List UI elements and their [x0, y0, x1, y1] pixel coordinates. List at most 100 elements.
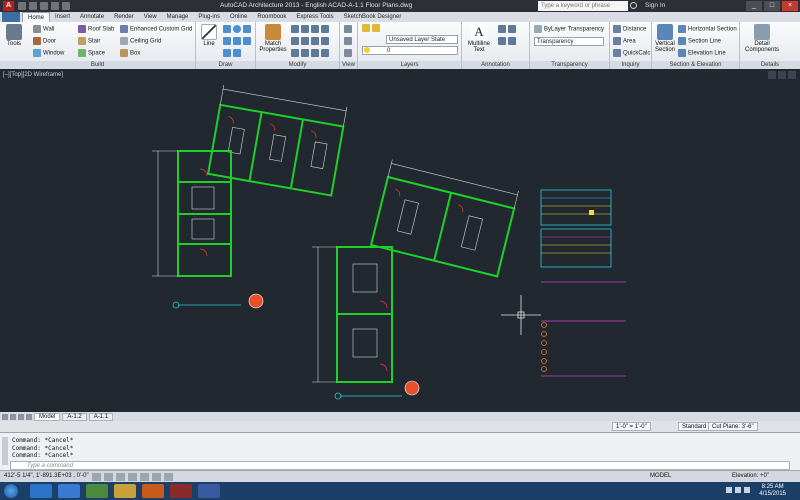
search-input[interactable]: Type a keyword or phrase [538, 1, 628, 11]
snap-mode-icon[interactable] [92, 473, 101, 481]
table-icon[interactable] [498, 37, 506, 45]
array-icon[interactable] [311, 49, 319, 57]
wall-button[interactable]: Wall [33, 25, 54, 33]
current-layer-dropdown[interactable]: 0 [362, 46, 458, 55]
tab-render[interactable]: Render [109, 12, 139, 22]
detail-components-button[interactable]: Detail Components [744, 24, 780, 53]
tab-roombook[interactable]: Roombook [252, 12, 291, 22]
view-manager-icon[interactable] [344, 25, 352, 33]
application-menu-button[interactable] [2, 12, 20, 22]
copy-icon[interactable] [291, 37, 299, 45]
autocad-logo-icon[interactable]: A [3, 1, 14, 11]
scale-icon[interactable] [301, 49, 309, 57]
tab-nav-prev-icon[interactable] [10, 413, 16, 420]
tab-nav-next-icon[interactable] [18, 413, 24, 420]
spline-icon[interactable] [233, 49, 241, 57]
cut-plane-button[interactable]: Cut Plane: 3'-6" [708, 422, 758, 431]
redo-icon[interactable] [62, 2, 70, 10]
tools-button[interactable]: Tools [3, 24, 25, 47]
display-configuration-dropdown[interactable]: Standard [678, 422, 711, 431]
circle-icon[interactable] [233, 25, 241, 33]
enhanced-custom-grid-button[interactable]: Enhanced Custom Grid [120, 25, 192, 33]
multiline-text-button[interactable]: A Multiline Text [465, 24, 493, 53]
rotate-icon[interactable] [301, 25, 309, 33]
tab-express-tools[interactable]: Express Tools [291, 12, 338, 22]
command-line-grip[interactable] [2, 437, 8, 465]
tab-view[interactable]: View [139, 12, 162, 22]
ellipse-icon[interactable] [243, 37, 251, 45]
save-icon[interactable] [40, 2, 48, 10]
taskbar-autocad-icon[interactable] [170, 484, 192, 498]
taskbar-outlook-icon[interactable] [142, 484, 164, 498]
search-icon[interactable] [630, 2, 637, 9]
box-button[interactable]: Box [120, 49, 140, 57]
taskbar-folder-icon[interactable] [114, 484, 136, 498]
close-button[interactable]: × [782, 1, 798, 11]
polar-mode-icon[interactable] [128, 473, 137, 481]
stretch-icon[interactable] [291, 49, 299, 57]
pan-icon[interactable] [344, 49, 352, 57]
tab-insert[interactable]: Insert [50, 12, 75, 22]
tab-nav-first-icon[interactable] [2, 413, 8, 420]
transparency-field[interactable]: Transparency [534, 37, 604, 46]
rectangle-icon[interactable] [223, 37, 231, 45]
tab-model[interactable]: Model [34, 412, 61, 421]
fillet-icon[interactable] [311, 37, 319, 45]
roof-slab-button[interactable]: Roof Slab [78, 25, 114, 33]
trim-icon[interactable] [311, 25, 319, 33]
explode-icon[interactable] [321, 37, 329, 45]
match-properties-button[interactable]: Match Properties [259, 24, 287, 53]
sign-in-button[interactable]: Sign In [645, 2, 665, 9]
new-icon[interactable] [18, 2, 26, 10]
section-line-button[interactable]: Section Line [678, 37, 721, 45]
polyline-icon[interactable] [223, 25, 231, 33]
vertical-section-button[interactable]: Vertical Section [654, 24, 676, 53]
tag-icon[interactable] [508, 37, 516, 45]
command-input[interactable]: Type a command [10, 461, 790, 470]
tab-manage[interactable]: Manage [162, 12, 194, 22]
start-button[interactable] [4, 484, 18, 498]
ortho-mode-icon[interactable] [116, 473, 125, 481]
volume-icon[interactable] [744, 487, 750, 493]
ceiling-grid-button[interactable]: Ceiling Grid [120, 37, 161, 45]
tab-layout-a-1-2[interactable]: A-1.2 [62, 412, 87, 421]
zoom-icon[interactable] [344, 37, 352, 45]
hatch-icon[interactable] [233, 37, 241, 45]
window-button[interactable]: Window [33, 49, 64, 57]
bylayer-transparency-dropdown[interactable]: ByLayer Transparency [534, 25, 604, 33]
tab-layout-a-1-1[interactable]: A-1.1 [88, 412, 114, 421]
tab-home[interactable]: Home [22, 12, 51, 22]
taskbar-explorer-icon[interactable] [58, 484, 80, 498]
annotation-scale-dropdown[interactable]: 1'-0" = 1'-0" [612, 422, 651, 431]
undo-icon[interactable] [51, 2, 59, 10]
distance-button[interactable]: Distance [613, 25, 646, 33]
elevation-line-button[interactable]: Elevation Line [678, 49, 726, 57]
leader-icon[interactable] [508, 25, 516, 33]
layer-freeze-icon[interactable] [372, 24, 380, 32]
layer-properties-icon[interactable] [362, 24, 370, 32]
erase-icon[interactable] [321, 25, 329, 33]
network-icon[interactable] [735, 487, 741, 493]
area-button[interactable]: Area [613, 37, 636, 45]
maximize-button[interactable]: □ [764, 1, 780, 11]
minimize-button[interactable]: _ [746, 1, 762, 11]
mirror-icon[interactable] [301, 37, 309, 45]
taskbar-ie-icon[interactable] [30, 484, 52, 498]
stair-button[interactable]: Stair [78, 37, 100, 45]
taskbar-app-icon[interactable] [198, 484, 220, 498]
system-clock[interactable]: 8:25 AM 4/15/2015 [759, 484, 786, 498]
osnap-mode-icon[interactable] [140, 473, 149, 481]
line-button[interactable]: Line [199, 24, 219, 47]
drawing-viewport[interactable]: [–][Top][2D Wireframe] [0, 69, 800, 412]
arc-icon[interactable] [243, 25, 251, 33]
tab-nav-last-icon[interactable] [26, 413, 32, 420]
tray-arrow-icon[interactable] [726, 487, 732, 493]
quickcalc-button[interactable]: QuickCalc [613, 49, 650, 57]
taskbar-chrome-icon[interactable] [86, 484, 108, 498]
otrack-mode-icon[interactable] [152, 473, 161, 481]
tab-annotate[interactable]: Annotate [75, 12, 109, 22]
open-icon[interactable] [29, 2, 37, 10]
horizontal-section-button[interactable]: Horizontal Section [678, 25, 737, 33]
tab-online[interactable]: Online [225, 12, 252, 22]
space-button[interactable]: Space [78, 49, 105, 57]
